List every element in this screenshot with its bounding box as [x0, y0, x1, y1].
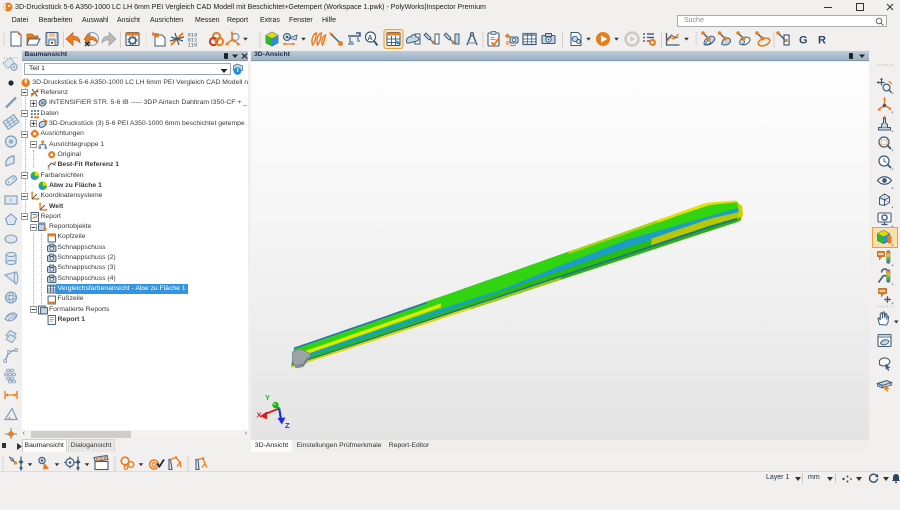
svg-text:G: G: [799, 35, 808, 47]
svg-text:Z: Z: [285, 421, 290, 430]
svg-text:X: X: [257, 410, 262, 419]
svg-text:A: A: [368, 35, 373, 42]
svg-text:110: 110: [188, 42, 198, 49]
svg-text:R: R: [818, 35, 826, 47]
svg-text:Y: Y: [265, 393, 270, 402]
